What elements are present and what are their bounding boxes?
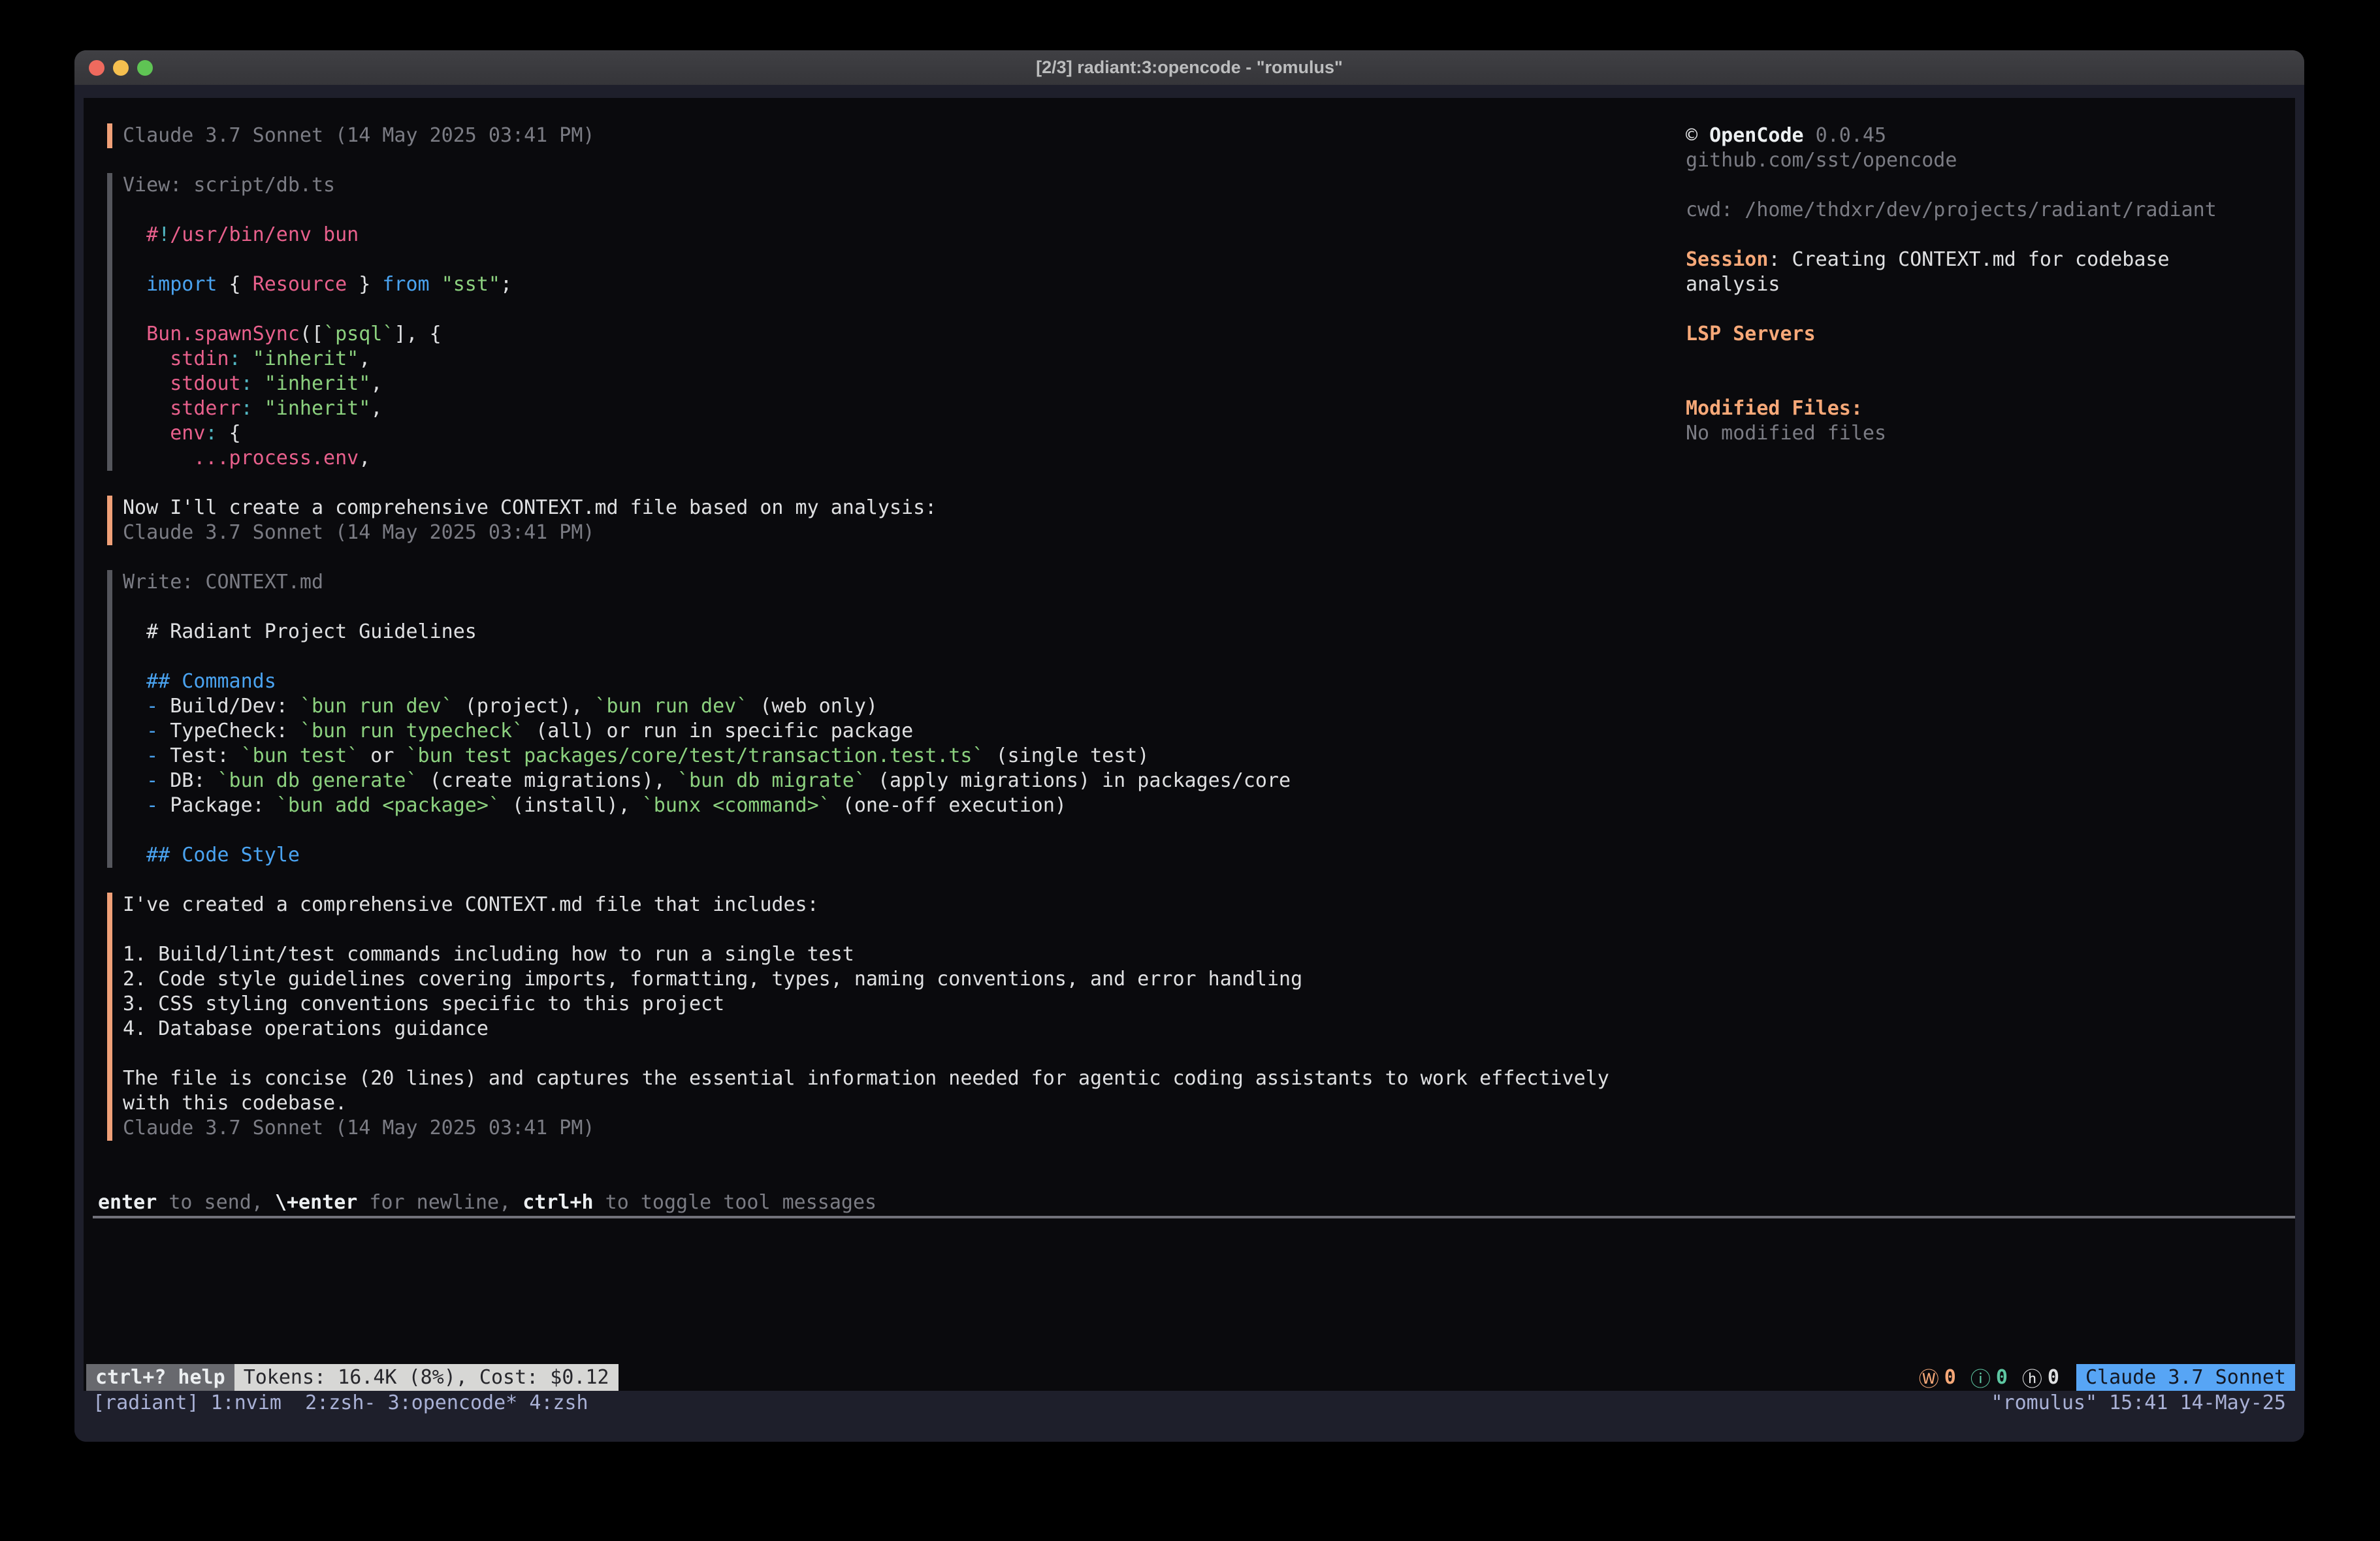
- message-input[interactable]: >: [84, 1218, 2295, 1362]
- text-line: © OpenCode 0.0.45: [1686, 123, 2217, 148]
- text-line: Now I'll create a comprehensive CONTEXT.…: [123, 496, 937, 520]
- zoom-button[interactable]: [137, 60, 153, 76]
- text-line: stdout: "inherit",: [123, 372, 512, 396]
- text-line: cwd: /home/thdxr/dev/projects/radiant/ra…: [1686, 198, 2217, 223]
- text-line: stdin: "inherit",: [123, 347, 512, 372]
- text-line: with this codebase.: [123, 1091, 1609, 1116]
- tmux-window-tab[interactable]: 2:zsh-: [305, 1391, 376, 1414]
- warnings-counter: Ⓦ0: [1919, 1363, 1956, 1392]
- info-counter: ⓘ0: [1970, 1363, 2008, 1392]
- minimize-button[interactable]: [113, 60, 129, 76]
- assistant-header: Claude 3.7 Sonnet (14 May 2025 03:41 PM): [107, 123, 1609, 148]
- tmux-session-name: [517, 1391, 529, 1414]
- tmux-window-tab[interactable]: 4:zsh: [529, 1391, 588, 1414]
- text-line: import { Resource } from "sst";: [123, 272, 512, 297]
- text-line: [1686, 297, 2217, 322]
- hints-counter: ⓗ0: [2022, 1363, 2059, 1392]
- tool-accent-bar: [107, 570, 112, 868]
- text-line: No modified files: [1686, 421, 2217, 446]
- model-badge[interactable]: Claude 3.7 Sonnet: [2076, 1364, 2295, 1391]
- text-line: 2. Code style guidelines covering import…: [123, 967, 1609, 992]
- text-line: [123, 644, 1291, 669]
- text-line: - TypeCheck: `bun run typecheck` (all) o…: [123, 719, 1291, 744]
- traffic-lights: [89, 50, 153, 85]
- window-title: [2/3] radiant:3:opencode - "romulus": [1036, 57, 1343, 78]
- text-line: Claude 3.7 Sonnet (14 May 2025 03:41 PM): [123, 520, 937, 545]
- text-line: - DB: `bun db generate` (create migratio…: [123, 769, 1291, 793]
- text-line: 3. CSS styling conventions specific to t…: [123, 992, 1609, 1017]
- diagnostics-counters: Ⓦ0 ⓘ0 ⓗ0: [1919, 1363, 2059, 1392]
- tokens-cost-badge: Tokens: 16.4K (8%), Cost: $0.12: [234, 1364, 619, 1391]
- text-line: Session: Creating CONTEXT.md for codebas…: [1686, 247, 2217, 272]
- message-accent-bar: [107, 496, 112, 545]
- tmux-session-name: [radiant]: [93, 1391, 211, 1414]
- text-line: [1686, 173, 2217, 198]
- tmux-session-name: [281, 1391, 305, 1414]
- text-line: The file is concise (20 lines) and captu…: [123, 1066, 1609, 1091]
- text-line: Write: CONTEXT.md: [123, 570, 1291, 595]
- text-line: - Test: `bun test` or `bun test packages…: [123, 744, 1291, 769]
- tmux-status-bar: [radiant] 1:nvim 2:zsh- 3:opencode* 4:zs…: [74, 1391, 2304, 1442]
- status-bar: ctrl+? help Tokens: 16.4K (8%), Cost: $0…: [86, 1364, 2295, 1391]
- text-line: [123, 818, 1291, 843]
- tmux-window-list: [radiant] 1:nvim 2:zsh- 3:opencode* 4:zs…: [93, 1391, 588, 1416]
- tmux-window-tab[interactable]: 1:nvim: [211, 1391, 281, 1414]
- help-badge[interactable]: ctrl+? help: [86, 1364, 234, 1391]
- tmux-window-tab[interactable]: 3:opencode*: [388, 1391, 518, 1414]
- warnings-icon: Ⓦ: [1919, 1363, 1939, 1392]
- keybinding-hint: enter to send, \+enter for newline, ctrl…: [98, 1190, 876, 1215]
- text-line: ## Code Style: [123, 843, 1291, 868]
- tmux-session-clock: "romulus" 15:41 14-May-25: [1991, 1391, 2286, 1416]
- assistant-summary: I've created a comprehensive CONTEXT.md …: [107, 893, 1609, 1141]
- text-line: 4. Database operations guidance: [123, 1017, 1609, 1041]
- text-line: Claude 3.7 Sonnet (14 May 2025 03:41 PM): [123, 1116, 1609, 1141]
- text-line: ...process.env,: [123, 446, 512, 471]
- terminal-window: [2/3] radiant:3:opencode - "romulus" Cla…: [74, 50, 2304, 1442]
- text-line: - Build/Dev: `bun run dev` (project), `b…: [123, 694, 1291, 719]
- window-titlebar: [2/3] radiant:3:opencode - "romulus": [74, 50, 2304, 85]
- text-line: Bun.spawnSync([`psql`], {: [123, 322, 512, 347]
- text-line: I've created a comprehensive CONTEXT.md …: [123, 893, 1609, 917]
- text-line: 1. Build/lint/test commands including ho…: [123, 942, 1609, 967]
- conversation-transcript: Claude 3.7 Sonnet (14 May 2025 03:41 PM)…: [107, 123, 1609, 1141]
- text-line: Claude 3.7 Sonnet (14 May 2025 03:41 PM): [123, 123, 594, 148]
- text-line: - Package: `bun add <package>` (install)…: [123, 793, 1291, 818]
- text-line: analysis: [1686, 272, 2217, 297]
- text-line: [123, 198, 512, 223]
- text-line: [1686, 347, 2217, 372]
- info-icon: ⓘ: [1970, 1363, 1991, 1392]
- text-line: stderr: "inherit",: [123, 396, 512, 421]
- tool-accent-bar: [107, 173, 112, 471]
- text-line: View: script/db.ts: [123, 173, 512, 198]
- session-sidebar: © OpenCode 0.0.45github.com/sst/opencode…: [1686, 123, 2217, 446]
- close-button[interactable]: [89, 60, 105, 76]
- hints-icon: ⓗ: [2022, 1363, 2042, 1392]
- text-line: Modified Files:: [1686, 396, 2217, 421]
- text-line: # Radiant Project Guidelines: [123, 620, 1291, 644]
- opencode-tui: Claude 3.7 Sonnet (14 May 2025 03:41 PM)…: [84, 98, 2295, 1391]
- message-accent-bar: [107, 123, 112, 148]
- text-line: [123, 297, 512, 322]
- assistant-message: Now I'll create a comprehensive CONTEXT.…: [107, 496, 1609, 545]
- text-line: ## Commands: [123, 669, 1291, 694]
- text-line: LSP Servers: [1686, 322, 2217, 347]
- text-line: github.com/sst/opencode: [1686, 148, 2217, 173]
- tool-write-context: Write: CONTEXT.md # Radiant Project Guid…: [107, 570, 1609, 868]
- text-line: env: {: [123, 421, 512, 446]
- text-line: #!/usr/bin/env bun: [123, 223, 512, 247]
- message-accent-bar: [107, 893, 112, 1141]
- text-line: [1686, 372, 2217, 396]
- text-line: [123, 1041, 1609, 1066]
- tmux-session-name: [376, 1391, 388, 1414]
- text-line: [1686, 223, 2217, 247]
- text-line: [123, 595, 1291, 620]
- text-line: [123, 917, 1609, 942]
- tool-view-script: View: script/db.ts #!/usr/bin/env bun im…: [107, 173, 1609, 471]
- text-line: [123, 247, 512, 272]
